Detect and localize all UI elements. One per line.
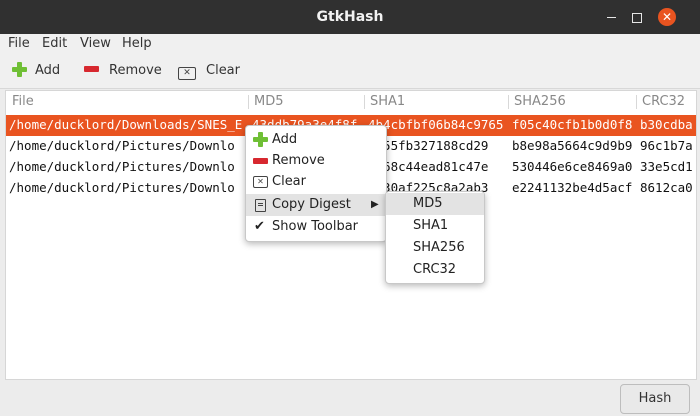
column-separator[interactable]: [364, 95, 365, 109]
cell-sha1: c968c44ead81c47e: [368, 159, 489, 174]
remove-icon: [84, 66, 99, 72]
column-sha1[interactable]: SHA1: [370, 94, 405, 112]
maximize-button[interactable]: [624, 0, 650, 34]
context-copy-digest-item[interactable]: Copy Digest ▶: [246, 194, 386, 216]
submenu-sha1-label: SHA1: [413, 218, 449, 233]
add-button[interactable]: Add: [12, 62, 60, 80]
cell-sha256: e2241132be4d5acf: [512, 180, 633, 195]
submenu-arrow-icon: ▶: [371, 199, 379, 210]
table-header: File MD5 SHA1 SHA256 CRC32: [6, 91, 696, 113]
column-separator[interactable]: [248, 95, 249, 109]
context-clear-item[interactable]: ✕ Clear: [246, 171, 386, 193]
cell-file: /home/ducklord/Pictures/Downlo: [9, 159, 235, 174]
cell-crc32: 96c1b7a: [640, 138, 693, 153]
context-menu: Add Remove ✕ Clear Copy Digest ▶ ✔ Show …: [245, 125, 387, 242]
clear-icon: ✕: [178, 67, 196, 80]
column-separator[interactable]: [636, 95, 637, 109]
cell-crc32: 8612ca0: [640, 180, 693, 195]
add-icon: [12, 62, 27, 77]
cell-crc32: 33e5cd1: [640, 159, 693, 174]
menu-help[interactable]: Help: [122, 36, 152, 51]
context-show-toolbar-item[interactable]: ✔ Show Toolbar: [246, 216, 386, 238]
copy-icon: [255, 199, 266, 212]
minimize-icon: [606, 17, 616, 18]
window-title: GtkHash: [316, 9, 384, 25]
remove-icon: [253, 158, 268, 164]
title-bar: GtkHash ✕: [0, 0, 700, 34]
context-show-toolbar-label: Show Toolbar: [272, 219, 359, 234]
maximize-icon: [632, 12, 642, 23]
cell-sha256: f05c40cfb1b0d0f8: [512, 117, 633, 132]
submenu-sha256-item[interactable]: SHA256: [386, 237, 484, 259]
cell-sha256: 530446e6ce8469a0: [512, 159, 633, 174]
clear-icon: ✕: [253, 176, 268, 188]
cell-file: /home/ducklord/Downloads/SNES_E: [9, 117, 243, 132]
toolbar: Add Remove ✕ Clear: [0, 54, 700, 89]
clear-button[interactable]: ✕ Clear: [178, 62, 240, 80]
remove-button[interactable]: Remove: [84, 62, 162, 80]
submenu-md5-label: MD5: [413, 196, 443, 211]
cell-file: /home/ducklord/Pictures/Downlo: [9, 138, 235, 153]
column-file[interactable]: File: [12, 94, 34, 112]
clear-label: Clear: [206, 63, 240, 78]
cell-file: /home/ducklord/Pictures/Downlo: [9, 180, 235, 195]
column-md5[interactable]: MD5: [254, 94, 284, 112]
minimize-button[interactable]: [598, 0, 624, 34]
column-separator[interactable]: [508, 95, 509, 109]
cell-crc32: b30cdba: [640, 117, 693, 132]
add-icon: [253, 132, 268, 147]
column-crc32[interactable]: CRC32: [642, 94, 685, 112]
remove-label: Remove: [109, 63, 162, 78]
context-add-label: Add: [272, 132, 298, 147]
cell-sha1: 6b55fb327188cd29: [368, 138, 489, 153]
submenu-sha256-label: SHA256: [413, 240, 465, 255]
context-remove-label: Remove: [272, 153, 325, 168]
submenu-md5-item[interactable]: MD5: [386, 193, 484, 215]
hash-button[interactable]: Hash: [620, 384, 690, 414]
menu-view[interactable]: View: [80, 36, 111, 51]
checkmark-icon: ✔: [254, 219, 265, 234]
context-clear-label: Clear: [272, 174, 306, 189]
close-icon: ✕: [658, 8, 676, 26]
column-sha256[interactable]: SHA256: [514, 94, 566, 112]
add-label: Add: [35, 63, 61, 78]
cell-sha256: b8e98a5664c9d9b9: [512, 138, 633, 153]
menu-file[interactable]: File: [8, 36, 30, 51]
menu-bar: File Edit View Help: [0, 34, 700, 54]
copy-digest-submenu: MD5 SHA1 SHA256 CRC32: [385, 191, 485, 284]
context-add-item[interactable]: Add: [246, 129, 386, 151]
context-copy-digest-label: Copy Digest: [272, 197, 351, 212]
close-button[interactable]: ✕: [654, 0, 680, 34]
submenu-crc32-label: CRC32: [413, 262, 457, 277]
cell-sha1: 4b4cbfbf06b84c9765: [368, 117, 504, 132]
context-remove-item[interactable]: Remove: [246, 150, 386, 172]
submenu-sha1-item[interactable]: SHA1: [386, 215, 484, 237]
menu-edit[interactable]: Edit: [42, 36, 67, 51]
submenu-crc32-item[interactable]: CRC32: [386, 259, 484, 281]
